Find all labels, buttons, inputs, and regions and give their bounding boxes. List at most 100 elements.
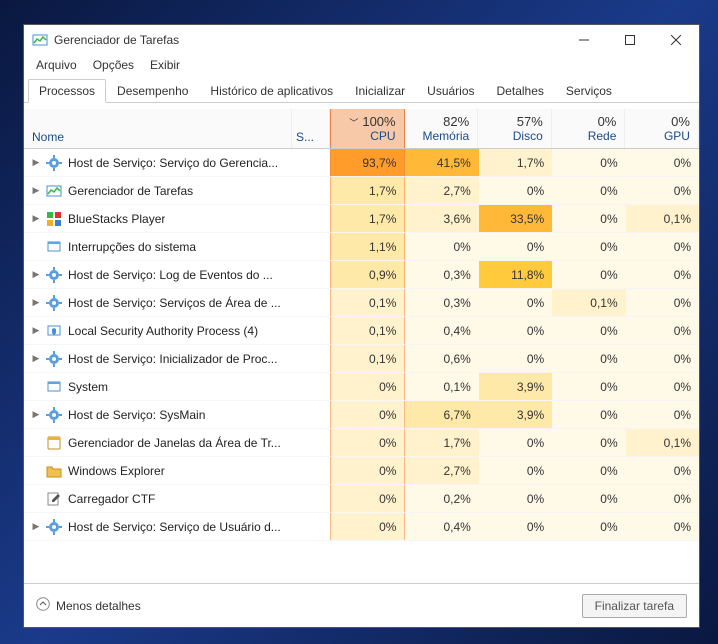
gpu-cell: 0% — [626, 345, 699, 372]
expand-icon[interactable]: ▶ — [30, 269, 42, 280]
net-cell: 0% — [552, 317, 625, 344]
end-task-button[interactable]: Finalizar tarefa — [582, 594, 687, 618]
cpu-cell: 1,1% — [330, 233, 405, 260]
gpu-total: 0% — [671, 114, 690, 129]
expand-icon[interactable]: ▶ — [30, 325, 42, 336]
disk-cell: 33,5% — [479, 205, 552, 232]
column-status[interactable]: S... — [292, 109, 330, 148]
tab-startup[interactable]: Inicializar — [344, 79, 416, 103]
menu-options[interactable]: Opções — [85, 56, 142, 74]
process-name-cell: ▶ Host de Serviço: SysMain — [24, 407, 292, 423]
net-cell: 0% — [552, 261, 625, 288]
disk-total: 57% — [517, 114, 543, 129]
tab-processes[interactable]: Processos — [28, 79, 106, 103]
mem-cell: 0,6% — [405, 345, 478, 372]
net-cell: 0% — [552, 177, 625, 204]
table-row[interactable]: System0%0,1%3,9%0%0% — [24, 373, 699, 401]
expand-icon[interactable]: ▶ — [30, 297, 42, 308]
table-body[interactable]: ▶ Host de Serviço: Serviço do Gerencia...… — [24, 149, 699, 583]
table-row[interactable]: ▶ Host de Serviço: Serviços de Área de ..… — [24, 289, 699, 317]
table-row[interactable]: Interrupções do sistema1,1%0%0%0%0% — [24, 233, 699, 261]
cpu-cell: 0% — [330, 429, 405, 456]
fewer-details-button[interactable]: Menos detalhes — [36, 597, 141, 614]
gear-icon — [46, 351, 62, 367]
process-name: Host de Serviço: Serviço do Gerencia... — [68, 156, 278, 170]
disk-cell: 0% — [479, 457, 552, 484]
tab-users[interactable]: Usuários — [416, 79, 485, 103]
mem-cell: 0,3% — [405, 289, 478, 316]
table-row[interactable]: ▶Host de Serviço: Log de Eventos do ... 0… — [24, 261, 699, 289]
column-gpu[interactable]: 0% GPU — [625, 109, 699, 148]
net-cell: 0% — [552, 485, 625, 512]
net-cell: 0% — [552, 513, 625, 540]
footer: Menos detalhes Finalizar tarefa — [24, 583, 699, 627]
gear-icon — [46, 267, 62, 283]
mem-label: Memória — [423, 129, 470, 143]
expand-icon[interactable]: ▶ — [30, 521, 42, 532]
disk-cell: 0% — [479, 513, 552, 540]
table-row[interactable]: ▶Local Security Authority Process (4)0,1… — [24, 317, 699, 345]
table-row[interactable]: Gerenciador de Janelas da Área de Tr...0… — [24, 429, 699, 457]
gpu-cell: 0% — [626, 289, 699, 316]
titlebar[interactable]: Gerenciador de Tarefas — [24, 25, 699, 55]
gpu-cell: 0% — [626, 513, 699, 540]
tab-details[interactable]: Detalhes — [486, 79, 555, 103]
mem-cell: 0,4% — [405, 513, 478, 540]
table-row[interactable]: ▶Gerenciador de Tarefas1,7%2,7%0%0%0% — [24, 177, 699, 205]
sort-indicator-icon: ﹀ — [349, 118, 358, 128]
minimize-button[interactable] — [561, 25, 607, 55]
task-manager-window: Gerenciador de Tarefas Arquivo Opções Ex… — [23, 24, 700, 628]
close-button[interactable] — [653, 25, 699, 55]
expand-icon[interactable]: ▶ — [30, 353, 42, 364]
gear-icon — [46, 519, 62, 535]
process-name-cell: ▶ BlueStacks Player — [24, 211, 292, 227]
table-row[interactable]: ▶ Host de Serviço: Serviço do Gerencia...… — [24, 149, 699, 177]
expand-icon[interactable]: ▶ — [30, 409, 42, 420]
process-name: System — [68, 380, 108, 394]
process-name: Host de Serviço: SysMain — [68, 408, 205, 422]
table-row[interactable]: Carregador CTF0%0,2%0%0%0% — [24, 485, 699, 513]
cpu-cell: 0% — [330, 485, 405, 512]
tab-services[interactable]: Serviços — [555, 79, 623, 103]
gpu-cell: 0% — [626, 401, 699, 428]
disk-cell: 0% — [479, 289, 552, 316]
table-row[interactable]: ▶Host de Serviço: Inicializador de Proc.… — [24, 345, 699, 373]
tab-performance[interactable]: Desempenho — [106, 79, 199, 103]
net-cell: 0% — [552, 205, 625, 232]
maximize-button[interactable] — [607, 25, 653, 55]
gpu-cell: 0% — [626, 373, 699, 400]
column-name[interactable]: Nome — [24, 109, 292, 148]
tab-app-history[interactable]: Histórico de aplicativos — [199, 79, 344, 103]
table-row[interactable]: ▶BlueStacks Player1,7%3,6%33,5%0%0,1% — [24, 205, 699, 233]
expand-icon[interactable]: ▶ — [30, 213, 42, 224]
process-name: Host de Serviço: Serviços de Área de ... — [68, 296, 281, 310]
window-controls — [561, 25, 699, 55]
net-cell: 0% — [552, 149, 625, 176]
column-network[interactable]: 0% Rede — [552, 109, 626, 148]
net-cell: 0,1% — [552, 289, 625, 316]
table-row[interactable]: ▶Host de Serviço: Serviço de Usuário d..… — [24, 513, 699, 541]
gpu-cell: 0% — [626, 457, 699, 484]
menu-file[interactable]: Arquivo — [28, 56, 85, 74]
table-row[interactable]: ▶Host de Serviço: SysMain0%6,7%3,9%0%0% — [24, 401, 699, 429]
explorer-icon — [46, 463, 62, 479]
process-name: Windows Explorer — [68, 464, 165, 478]
menu-view[interactable]: Exibir — [142, 56, 188, 74]
process-name: BlueStacks Player — [68, 212, 165, 226]
menubar: Arquivo Opções Exibir — [24, 55, 699, 75]
mem-cell: 0,3% — [405, 261, 478, 288]
cpu-cell: 1,7% — [330, 205, 405, 232]
process-name-cell: Windows Explorer — [24, 463, 292, 479]
expand-icon[interactable]: ▶ — [30, 185, 42, 196]
column-memory[interactable]: 82% Memória — [405, 109, 479, 148]
net-cell: 0% — [552, 373, 625, 400]
cpu-cell: 0% — [330, 513, 405, 540]
gear-icon — [46, 155, 62, 171]
process-name-cell: ▶Host de Serviço: Log de Eventos do ... — [24, 267, 292, 283]
gpu-cell: 0% — [626, 317, 699, 344]
column-disk[interactable]: 57% Disco — [478, 109, 552, 148]
expand-icon[interactable]: ▶ — [30, 157, 42, 168]
disk-cell: 0% — [479, 345, 552, 372]
table-row[interactable]: Windows Explorer0%2,7%0%0%0% — [24, 457, 699, 485]
column-cpu[interactable]: ﹀100% CPU — [330, 109, 405, 148]
